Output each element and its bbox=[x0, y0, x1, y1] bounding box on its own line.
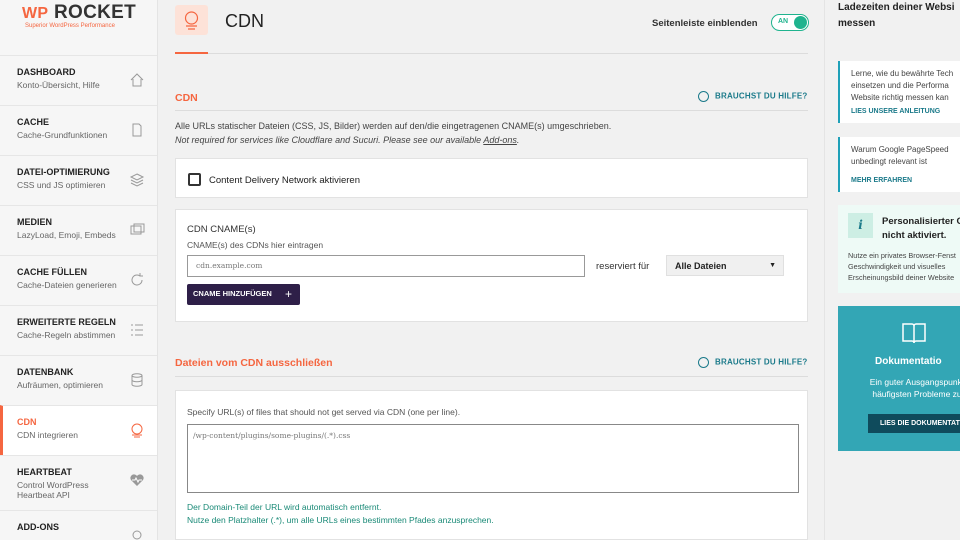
sidebar-item-cache[interactable]: CACHE Cache-Grundfunktionen bbox=[0, 105, 157, 155]
personal-cache-title: Personalisierter C nicht aktiviert. bbox=[882, 216, 960, 241]
addons-link[interactable]: Add-ons bbox=[483, 135, 517, 145]
sidebar-item-preload[interactable]: CACHE FÜLLEN Cache-Dateien generieren bbox=[0, 255, 157, 305]
pagespeed-text: Warum Google PageSpeed unbedingt relevan… bbox=[851, 145, 949, 166]
reserved-label: reserviert für bbox=[596, 261, 650, 272]
heartbeat-icon bbox=[130, 474, 144, 486]
cdn-tab[interactable] bbox=[175, 0, 208, 54]
divider bbox=[175, 110, 808, 111]
cdn-section-title: CDN bbox=[175, 92, 198, 104]
pagespeed-card: Warum Google PageSpeed unbedingt relevan… bbox=[838, 137, 960, 192]
exclude-label: Specify URL(s) of files that should not … bbox=[187, 407, 461, 417]
cname-input[interactable]: cdn.example.com bbox=[187, 255, 585, 277]
measure-guide-card: Lerne, wie du bewährte Tech einsetzen un… bbox=[838, 61, 960, 123]
right-panel-title: Ladezeiten deiner Websi messen bbox=[838, 2, 955, 29]
logo-name: ROCKET bbox=[53, 2, 136, 23]
sidebar-toggle[interactable]: AN bbox=[771, 14, 809, 31]
sidebar: WP ROCKET Superior WordPress Performance… bbox=[0, 0, 158, 540]
sidebar-item-dashboard[interactable]: DASHBOARD Konto-Übersicht, Hilfe bbox=[0, 55, 157, 105]
cdn-cname-card: CDN CNAME(s) CNAME(s) des CDNs hier eint… bbox=[175, 209, 808, 322]
right-panel: Ladezeiten deiner Websi messen Lerne, wi… bbox=[824, 0, 960, 540]
sidebar-item-media[interactable]: MEDIEN LazyLoad, Emoji, Embeds bbox=[0, 205, 157, 255]
sidebar-toggle-label: Seitenleiste einblenden bbox=[652, 18, 758, 29]
toggle-knob bbox=[794, 16, 807, 29]
personal-cache-card: i Personalisierter C nicht aktiviert. Nu… bbox=[838, 205, 960, 293]
add-cname-button[interactable]: CNAME HINZUFÜGEN + bbox=[187, 284, 300, 305]
document-icon bbox=[132, 123, 142, 137]
cdn-enable-card: Content Delivery Network aktivieren bbox=[175, 158, 808, 198]
logo-tagline: Superior WordPress Performance bbox=[25, 23, 115, 29]
toggle-state: AN bbox=[778, 18, 789, 25]
reserved-value: Alle Dateien bbox=[675, 261, 727, 271]
chevron-down-icon: ▼ bbox=[769, 262, 776, 269]
page-title: CDN bbox=[225, 11, 264, 31]
documentation-text: Ein guter Ausgangspunkt häufigsten Probl… bbox=[869, 377, 960, 399]
cname-sublabel: CNAME(s) des CDNs hier eintragen bbox=[187, 240, 324, 250]
cdn-icon bbox=[131, 423, 143, 438]
help-icon bbox=[698, 357, 709, 368]
measure-guide-text: Lerne, wie du bewährte Tech einsetzen un… bbox=[851, 69, 954, 102]
book-icon bbox=[902, 323, 926, 344]
sidebar-item-subtitle: Control WordPress Heartbeat API bbox=[17, 480, 89, 500]
exclude-hint-1: Der Domain-Teil der URL wird automatisch… bbox=[187, 502, 382, 512]
personal-cache-text: Nutze ein privates Browser-Fenst Geschwi… bbox=[848, 251, 956, 282]
logo-prefix: WP bbox=[22, 5, 49, 22]
list-icon bbox=[131, 324, 143, 336]
learn-more-link[interactable]: MEHR ERFAHREN bbox=[851, 177, 912, 184]
sidebar-item-cdn[interactable]: CDN CDN integrieren bbox=[0, 405, 157, 455]
sidebar-item-addons[interactable]: ADD-ONS bbox=[0, 510, 157, 540]
logo[interactable]: WP ROCKET Superior WordPress Performance bbox=[0, 0, 157, 55]
main-content: CDN Seitenleiste einblenden AN CDN BRAUC… bbox=[158, 0, 824, 540]
documentation-card: Dokumentatio Ein guter Ausgangspunkt häu… bbox=[838, 306, 960, 451]
sidebar-item-heartbeat[interactable]: HEARTBEAT Control WordPress Heartbeat AP… bbox=[0, 455, 157, 510]
cdn-note: Not required for services like Cloudflar… bbox=[175, 135, 520, 145]
exclude-help-link[interactable]: BRAUCHST DU HILFE? bbox=[698, 357, 807, 368]
exclude-textarea[interactable]: /wp-content/plugins/some-plugins/(.*).cs… bbox=[187, 424, 799, 493]
images-icon bbox=[130, 223, 145, 235]
cdn-help-link[interactable]: BRAUCHST DU HILFE? bbox=[698, 91, 807, 102]
reserved-select[interactable]: Alle Dateien ▼ bbox=[666, 255, 784, 276]
exclude-section-title: Dateien vom CDN ausschließen bbox=[175, 357, 333, 369]
database-icon bbox=[131, 373, 143, 387]
cdn-description: Alle URLs statischer Dateien (CSS, JS, B… bbox=[175, 121, 612, 131]
sidebar-item-advanced-rules[interactable]: ERWEITERTE REGELN Cache-Regeln abstimmen bbox=[0, 305, 157, 355]
documentation-title: Dokumentatio bbox=[875, 356, 942, 367]
help-icon bbox=[698, 91, 709, 102]
sidebar-item-database[interactable]: DATENBANK Aufräumen, optimieren bbox=[0, 355, 157, 405]
read-guide-link[interactable]: LIES UNSERE ANLEITUNG bbox=[851, 108, 940, 115]
cdn-icon bbox=[184, 11, 199, 30]
exclude-hint-2: Nutze den Platzhalter (.*), um alle URLs… bbox=[187, 515, 494, 525]
read-docs-button[interactable]: LIES DIE DOKUMENTAT bbox=[868, 414, 960, 433]
cdn-enable-checkbox[interactable] bbox=[188, 173, 201, 186]
sidebar-item-file-optimization[interactable]: DATEI-OPTIMIERUNG CSS und JS optimieren bbox=[0, 155, 157, 205]
layers-icon bbox=[129, 173, 145, 187]
plus-icon: + bbox=[284, 287, 292, 301]
info-icon: i bbox=[848, 213, 873, 238]
exclude-card: Specify URL(s) of files that should not … bbox=[175, 390, 808, 540]
refresh-icon bbox=[131, 273, 143, 286]
cname-title: CDN CNAME(s) bbox=[187, 224, 256, 235]
cdn-enable-label[interactable]: Content Delivery Network aktivieren bbox=[209, 175, 360, 186]
addons-icon bbox=[132, 530, 142, 540]
divider bbox=[175, 376, 808, 377]
page-header: CDN Seitenleiste einblenden AN bbox=[175, 0, 809, 54]
home-icon bbox=[130, 73, 144, 87]
